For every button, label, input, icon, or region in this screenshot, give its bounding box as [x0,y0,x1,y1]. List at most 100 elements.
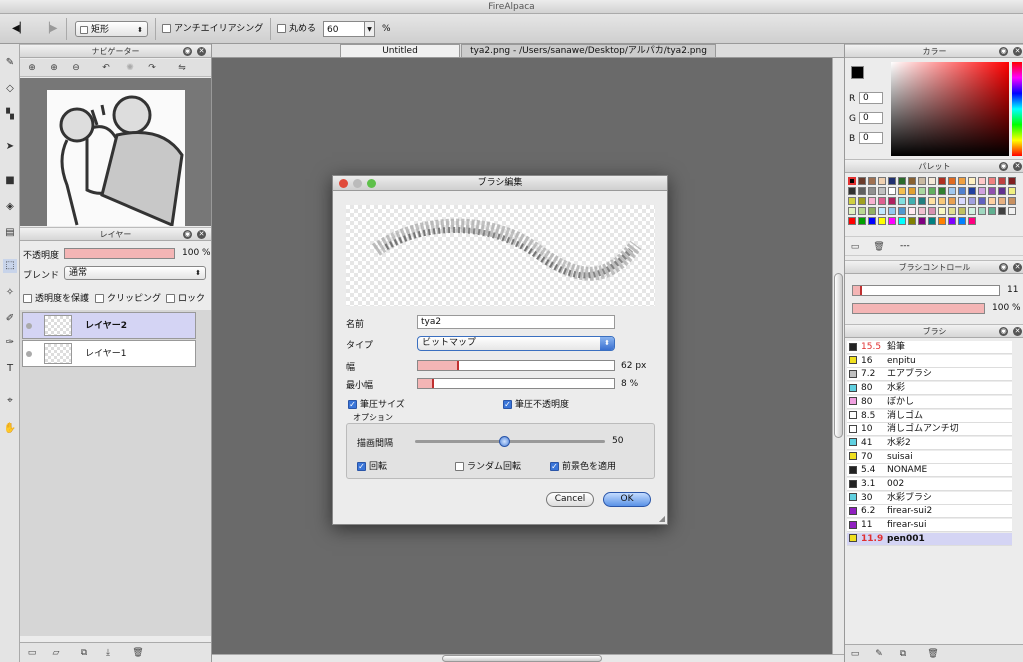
fg-color-checkbox[interactable]: ✓ 前景色を適用 [550,459,616,472]
palette-swatch[interactable] [898,177,906,185]
minwidth-slider[interactable] [417,378,615,389]
close-icon[interactable]: ✕ [1013,47,1022,56]
palette-swatch[interactable] [908,197,916,205]
palette-swatch[interactable] [908,187,916,195]
round-checkbox[interactable]: 丸める [277,21,316,37]
palette-swatch[interactable] [848,197,856,205]
gradient-tool-icon[interactable]: ▤ [3,226,17,240]
brush-size-slider[interactable] [852,285,1000,296]
antialias-checkbox[interactable]: アンチエイリアシング [162,21,263,37]
rotate-checkbox[interactable]: ✓ 回転 [357,459,387,472]
palette-swatch[interactable] [868,207,876,215]
visibility-icon[interactable] [26,351,32,357]
layer-row[interactable]: レイヤー2 [22,312,196,339]
brush-item[interactable]: 16 enpitu [847,354,1012,368]
palette-swatch[interactable] [988,197,996,205]
hue-slider[interactable] [1012,62,1022,156]
zoom-in-icon[interactable]: ⊕ [26,62,38,74]
palette-swatch[interactable] [918,177,926,185]
palette-swatch[interactable] [898,187,906,195]
panel-menu-icon[interactable]: ◉ [999,263,1008,272]
palette-swatch[interactable] [858,197,866,205]
palette-swatch[interactable] [938,177,946,185]
next-icon[interactable]: ▕▶︎ [42,21,57,37]
palette-swatch[interactable] [878,207,886,215]
palette-swatch[interactable] [978,177,986,185]
palette-swatch[interactable] [968,217,976,225]
brush-item[interactable]: 80 ぼかし [847,395,1012,409]
palette-swatch[interactable] [998,197,1006,205]
previous-icon[interactable]: ◀︎▏ [12,21,27,37]
scrollbar-thumb[interactable] [834,273,843,438]
palette-swatch[interactable] [928,217,936,225]
palette-swatch[interactable] [1008,177,1016,185]
type-select[interactable]: ビットマップ ⬍ [417,336,615,351]
palette-swatch[interactable] [958,217,966,225]
lock-checkbox[interactable]: ロック [166,291,205,304]
rotate-reset-icon[interactable]: ✺ [124,62,136,74]
scrollbar-thumb[interactable] [442,655,602,662]
close-icon[interactable]: ✕ [1013,162,1022,171]
random-rotate-checkbox[interactable]: ランダム回転 [455,459,521,472]
palette-swatch[interactable] [868,187,876,195]
palette-swatch[interactable] [928,197,936,205]
duplicate-layer-icon[interactable]: ⧉ [78,647,90,659]
brush-item[interactable]: 6.2 firear-sui2 [847,505,1012,519]
palette-swatch[interactable] [998,177,1006,185]
palette-swatch[interactable] [888,207,896,215]
dropdown-arrow-icon[interactable]: ▼ [364,22,374,36]
visibility-icon[interactable] [26,323,32,329]
close-icon[interactable]: ✕ [1013,327,1022,336]
move-tool-icon[interactable]: ➤ [3,140,17,154]
g-input[interactable]: 0 [859,112,883,124]
brush-item[interactable]: 80 水彩 [847,382,1012,396]
magic-wand-icon[interactable]: ✧ [3,286,17,300]
dot-tool-icon[interactable]: ▚ [3,108,17,122]
brush-item[interactable]: 70 suisai [847,450,1012,464]
zoom-window-icon[interactable] [367,179,376,188]
horizontal-scrollbar[interactable] [212,654,844,662]
tab-untitled[interactable]: Untitled [340,44,460,58]
palette-swatch[interactable] [848,217,856,225]
palette-swatch[interactable] [948,197,956,205]
palette-swatch[interactable] [988,207,996,215]
vertical-scrollbar[interactable] [832,58,844,654]
palette-swatch[interactable] [928,187,936,195]
palette-swatch[interactable] [1008,207,1016,215]
spacing-slider[interactable] [415,436,605,447]
palette-swatch[interactable] [978,207,986,215]
brush-item[interactable]: 8.5 消しゴム [847,409,1012,423]
brush-item[interactable]: 15.5 鉛筆 [847,341,1012,354]
merge-down-icon[interactable]: ⤓ [102,647,114,659]
palette-swatch[interactable] [958,207,966,215]
close-icon[interactable]: ✕ [1013,263,1022,272]
palette-swatch[interactable] [938,217,946,225]
b-input[interactable]: 0 [859,132,883,144]
palette-swatch[interactable] [1008,187,1016,195]
palette-swatch[interactable] [918,197,926,205]
select-pen-icon[interactable]: ✐ [3,312,17,326]
width-slider[interactable] [417,360,615,371]
hand-tool-icon[interactable]: ✋ [3,422,17,436]
palette-swatch[interactable] [948,217,956,225]
palette-swatch[interactable] [988,177,996,185]
palette-swatch[interactable] [898,217,906,225]
palette-swatch[interactable] [968,187,976,195]
palette-swatch[interactable] [918,217,926,225]
palette-swatch[interactable] [878,187,886,195]
minimize-window-icon[interactable] [353,179,362,188]
palette-swatch[interactable] [868,197,876,205]
eyedropper-icon[interactable]: ⌖ [3,394,17,408]
palette-swatch[interactable] [848,187,856,195]
select-tool-icon[interactable]: ⬚ [3,259,17,273]
navigator-preview[interactable] [20,78,211,226]
text-tool-icon[interactable]: T [3,362,17,376]
palette-swatch[interactable] [858,187,866,195]
brush-item[interactable]: 3.1 002 [847,478,1012,491]
layer-row[interactable]: レイヤー1 [22,340,196,367]
palette-swatch[interactable] [948,207,956,215]
trash-icon[interactable]: 🗑 [873,241,885,253]
panel-menu-icon[interactable]: ◉ [999,47,1008,56]
palette-swatch[interactable] [968,197,976,205]
close-icon[interactable]: ✕ [197,47,206,56]
